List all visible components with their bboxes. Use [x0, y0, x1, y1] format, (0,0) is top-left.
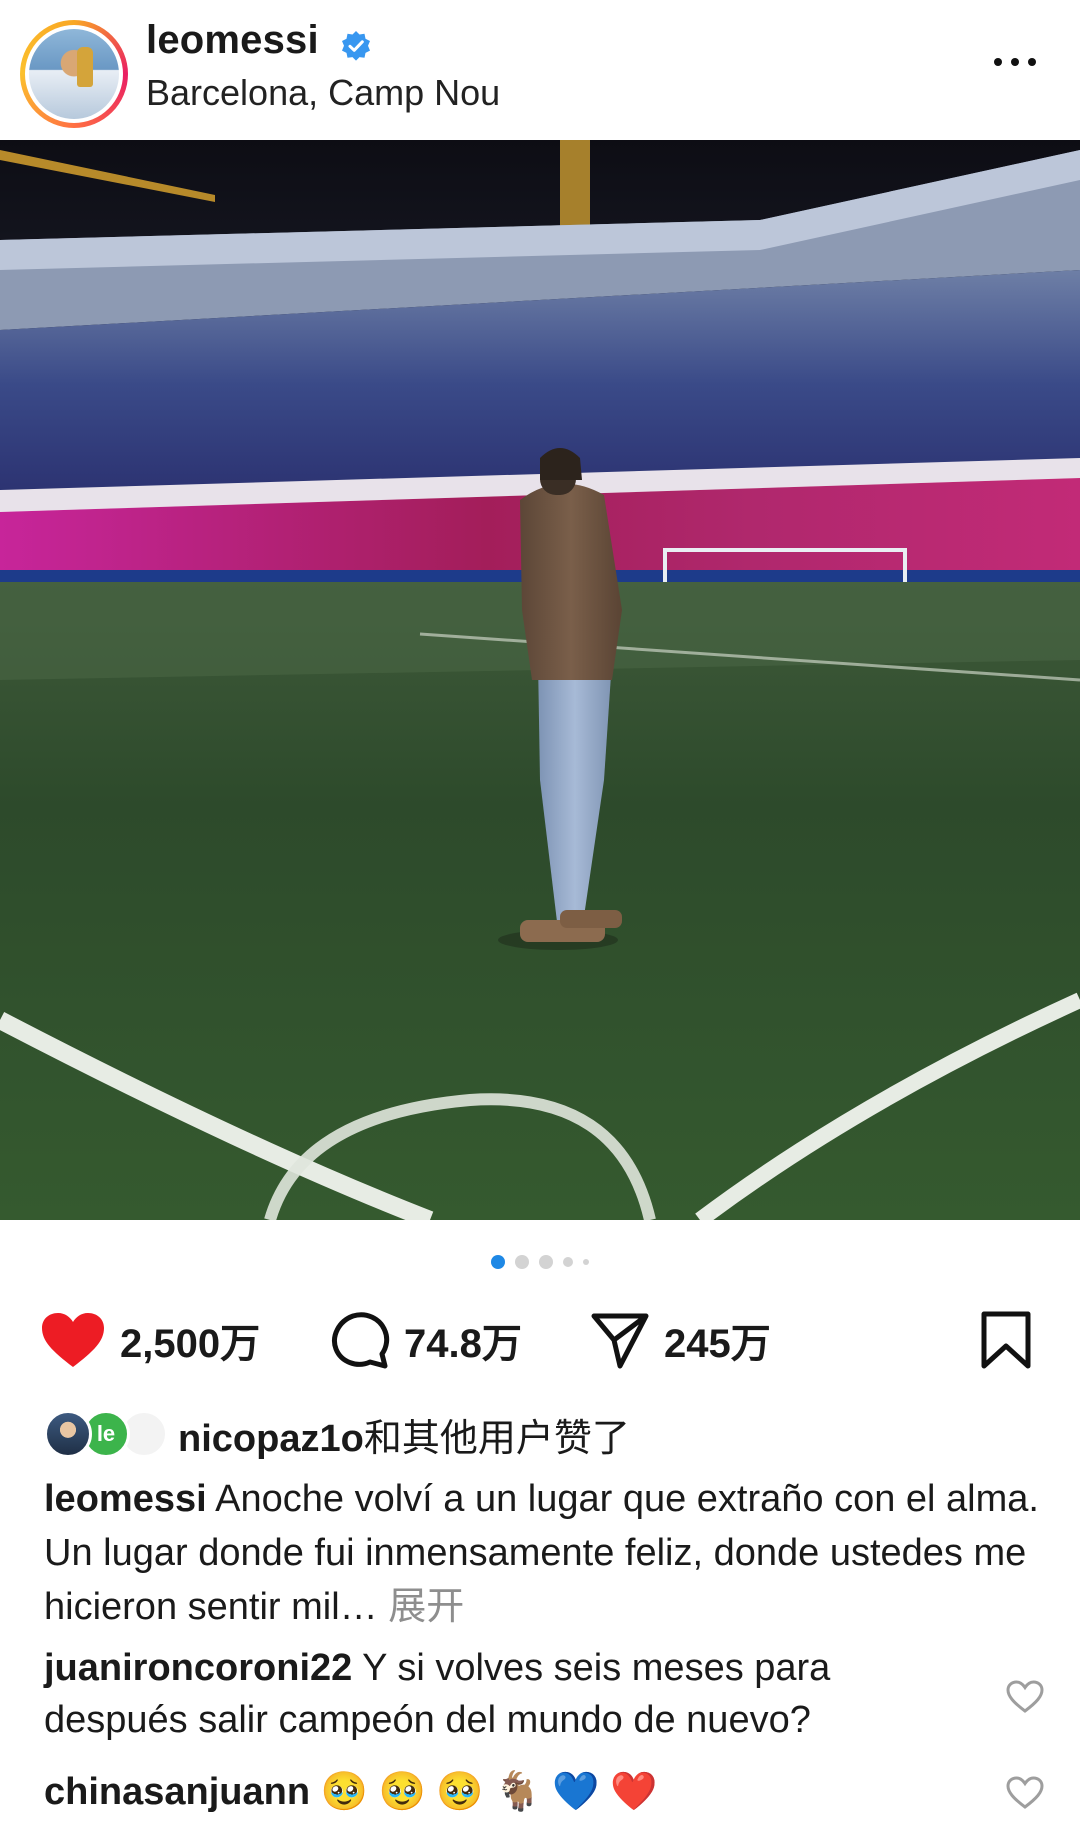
carousel-dot-4 — [563, 1257, 573, 1267]
avatar — [44, 1410, 92, 1458]
comment-item: juanironcoroni22 Y si volves seis meses … — [44, 1642, 964, 1746]
save-button[interactable] — [980, 1300, 1032, 1380]
liked-by-row[interactable]: le nicopaz1o和其他用户赞了 — [44, 1406, 630, 1462]
comment-item: chinasanjuann 🥹 🥹 🥹 🐐 💙 ❤️ — [44, 1766, 964, 1818]
heart-filled-icon — [42, 1313, 104, 1367]
expand-caption-link[interactable]: 展开 — [388, 1586, 464, 1628]
liked-by-username[interactable]: nicopaz1o — [178, 1418, 364, 1460]
liked-by-text: nicopaz1o和其他用户赞了 — [178, 1407, 630, 1462]
post-caption: leomessi Anoche volví a un lugar que ext… — [44, 1472, 1044, 1634]
post-photo[interactable] — [0, 140, 1080, 1220]
caption-username[interactable]: leomessi — [44, 1478, 207, 1520]
comment-like-heart-icon[interactable] — [1006, 1776, 1044, 1810]
likes-count: 2,500万 — [120, 1322, 261, 1366]
carousel-dot-2 — [515, 1255, 529, 1269]
share-button[interactable]: 245万 — [590, 1300, 771, 1380]
comment-bubble-icon — [332, 1312, 390, 1369]
more-horizontal-icon[interactable] — [994, 54, 1046, 70]
bookmark-icon — [981, 1311, 1031, 1369]
post-location[interactable]: Barcelona, Camp Nou — [146, 72, 500, 114]
profile-avatar[interactable] — [20, 20, 128, 128]
carousel-indicator — [0, 1252, 1080, 1272]
comment-text: 🥹 🥹 🥹 🐐 💙 ❤️ — [320, 1771, 658, 1813]
carousel-dot-3 — [539, 1255, 553, 1269]
comments-count: 74.8万 — [404, 1322, 522, 1366]
liked-by-suffix: 和其他用户赞了 — [363, 1417, 630, 1460]
shares-count: 245万 — [664, 1322, 771, 1366]
send-paper-plane-icon — [591, 1313, 649, 1369]
comment-like-heart-icon[interactable] — [1006, 1680, 1044, 1714]
liked-by-avatars: le — [44, 1408, 172, 1460]
verified-badge-icon — [342, 31, 370, 61]
post-header: leomessi Barcelona, Camp Nou — [0, 0, 1080, 140]
comment-username[interactable]: chinasanjuann — [44, 1771, 310, 1813]
comment-button[interactable]: 74.8万 — [330, 1300, 522, 1380]
carousel-dot-5 — [583, 1259, 589, 1265]
trophy-icon — [77, 47, 93, 87]
post-username[interactable]: leomessi — [146, 18, 319, 63]
carousel-dot-1 — [491, 1255, 505, 1269]
like-button[interactable]: 2,500万 — [40, 1300, 260, 1380]
comment-username[interactable]: juanironcoroni22 — [44, 1647, 352, 1689]
action-bar: 2,500万 74.8万 245万 — [0, 1300, 1080, 1380]
